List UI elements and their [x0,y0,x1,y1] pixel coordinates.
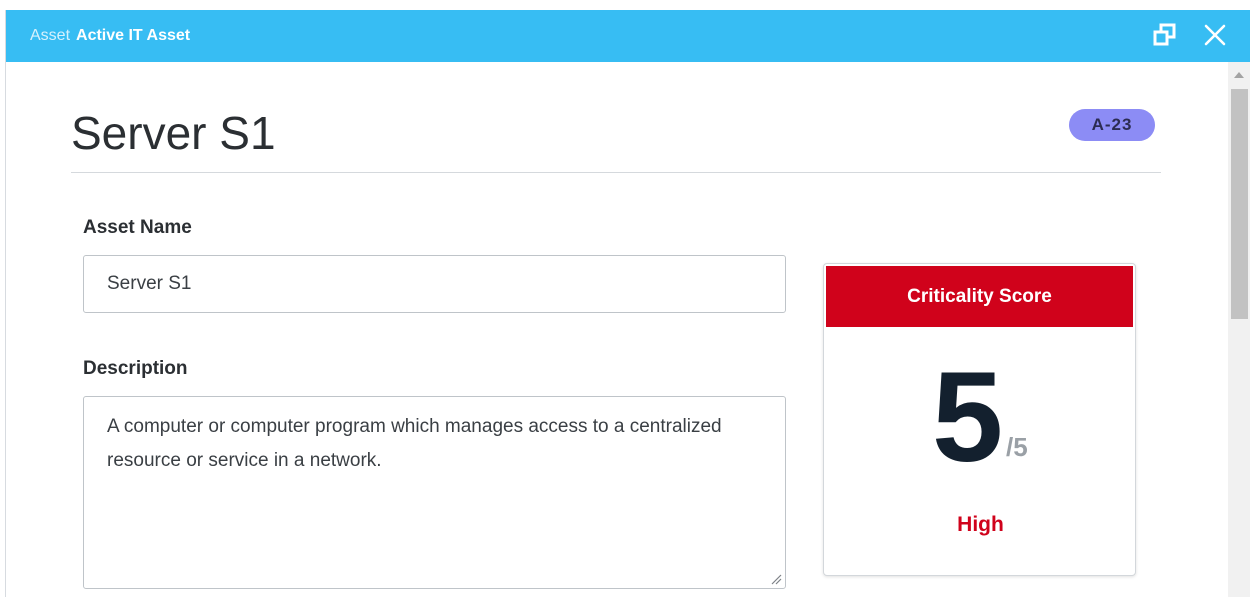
scroll-thumb[interactable] [1231,89,1248,319]
asset-name-label: Asset Name [83,217,192,238]
criticality-score-value: 5 [932,346,1004,489]
description-text[interactable]: A computer or computer program which man… [84,397,785,588]
vertical-scrollbar[interactable] [1228,62,1250,597]
window-titlebar: Asset Active IT Asset [6,10,1250,62]
record-content: Server S1 A-23 Asset Name Description A … [6,62,1228,597]
breadcrumb-parent[interactable]: Asset [30,27,70,44]
close-button[interactable] [1202,22,1228,48]
close-icon [1204,24,1226,46]
page-title: Server S1 [71,107,276,159]
criticality-score-card: Criticality Score 5 /5 High [823,263,1136,576]
asset-window: Asset Active IT Asset Server S1 A-23 Asse… [5,10,1250,597]
asset-name-input[interactable] [83,255,786,313]
resize-grip-icon[interactable] [770,573,782,585]
criticality-score-header: Criticality Score [826,266,1133,327]
title-divider [71,172,1161,173]
restore-window-button[interactable] [1152,22,1178,48]
scroll-up-arrow-icon[interactable] [1234,72,1244,78]
breadcrumb-current: Active IT Asset [76,27,191,44]
breadcrumb: Asset Active IT Asset [30,26,190,46]
description-field[interactable]: A computer or computer program which man… [83,396,786,589]
description-label: Description [83,358,188,379]
record-id-badge: A-23 [1069,109,1155,141]
restore-window-icon [1153,23,1176,46]
criticality-level: High [957,513,1004,536]
criticality-score-max: /5 [1006,432,1028,462]
